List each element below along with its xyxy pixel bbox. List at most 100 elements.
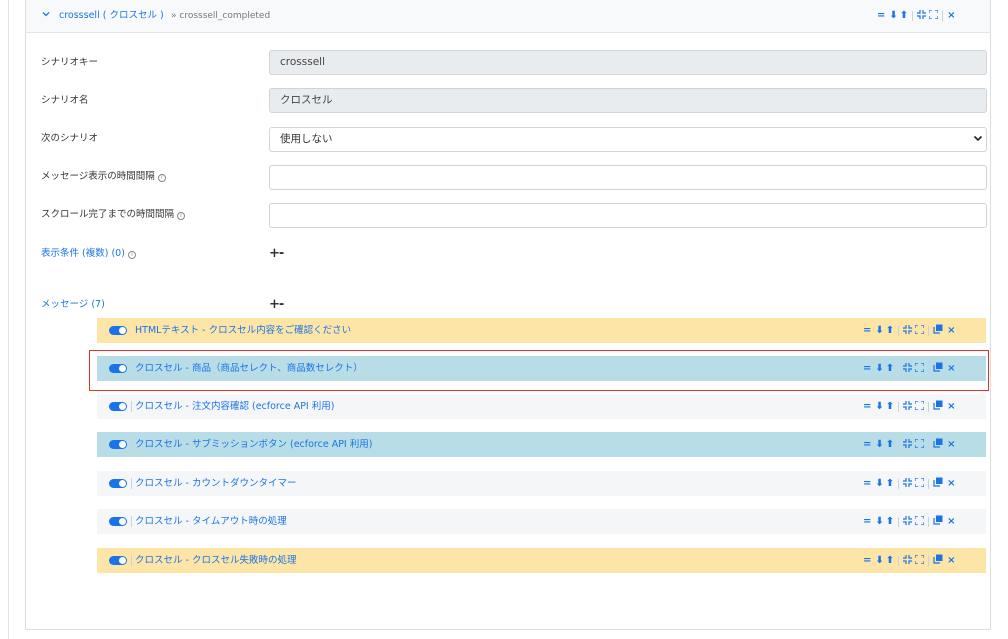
scenario-next-label: » crosssell_completed — [171, 11, 271, 21]
close-icon[interactable]: × — [947, 10, 955, 22]
messages-label[interactable]: メッセージ (7) — [41, 299, 105, 311]
copy-icon[interactable] — [933, 554, 943, 568]
page-left-border — [8, 0, 9, 639]
message-toggle[interactable] — [109, 517, 127, 526]
move-up-icon[interactable]: ⬆ — [886, 478, 894, 490]
divider — [131, 516, 132, 527]
scenario-name-label: シナリオ名 — [41, 95, 89, 106]
message-row[interactable]: クロスセル - カウントダウンタイマー = ⬇ ⬆ × — [97, 471, 986, 496]
expand-icon[interactable] — [914, 323, 925, 338]
chevron-down-icon[interactable] — [42, 10, 52, 22]
message-controls: = ⬇ ⬆ × — [863, 437, 956, 452]
message-label[interactable]: クロスセル - カウントダウンタイマー — [135, 478, 296, 490]
message-interval-input[interactable] — [269, 165, 987, 190]
chevron-down-icon — [973, 135, 983, 142]
sort-icon[interactable]: = — [863, 478, 871, 490]
info-icon[interactable]: i — [177, 212, 186, 220]
info-icon[interactable]: i — [157, 174, 166, 182]
close-icon[interactable]: × — [947, 478, 955, 490]
collapse-icon[interactable] — [903, 554, 913, 568]
sort-icon[interactable]: = — [863, 555, 871, 567]
collapse-icon[interactable] — [917, 9, 927, 23]
move-down-icon[interactable]: ⬇ — [875, 401, 883, 413]
expand-icon[interactable] — [914, 514, 925, 529]
sort-icon[interactable]: = — [863, 516, 871, 528]
collapse-icon[interactable] — [903, 477, 913, 491]
divider — [131, 555, 132, 566]
message-row[interactable]: クロスセル - 注文内容確認 (ecforce API 利用) = ⬇ ⬆ × — [97, 394, 986, 419]
next-scenario-select[interactable]: 使用しない — [269, 127, 987, 152]
collapse-icon[interactable] — [903, 515, 913, 529]
selection-highlight — [89, 350, 989, 391]
expand-icon[interactable] — [914, 399, 925, 414]
conditions-add-remove[interactable]: +- — [269, 247, 284, 260]
copy-icon[interactable] — [933, 515, 943, 529]
message-label[interactable]: クロスセル - 注文内容確認 (ecforce API 利用) — [135, 401, 334, 413]
display-conditions-label[interactable]: 表示条件 (複数) (0) i — [41, 248, 136, 260]
close-icon[interactable]: × — [947, 401, 955, 413]
scenario-name-field: クロスセル — [269, 88, 987, 113]
divider — [131, 478, 132, 489]
message-toggle[interactable] — [109, 440, 127, 449]
move-down-icon[interactable]: ⬇ — [875, 325, 883, 337]
scenario-header[interactable]: crosssell ( クロスセル ) » crosssell_complete… — [26, 0, 990, 33]
close-icon[interactable]: × — [947, 439, 955, 451]
move-up-icon[interactable]: ⬆ — [886, 401, 894, 413]
sort-icon[interactable]: = — [877, 10, 885, 22]
message-toggle[interactable] — [109, 479, 127, 488]
collapse-icon[interactable] — [903, 400, 913, 414]
copy-icon[interactable] — [933, 477, 943, 491]
message-row[interactable]: クロスセル - サブミッションボタン (ecforce API 利用) = ⬇ … — [97, 432, 986, 457]
collapse-icon[interactable] — [903, 438, 913, 452]
copy-icon[interactable] — [933, 438, 943, 452]
expand-icon[interactable] — [928, 8, 939, 23]
message-controls: = ⬇ ⬆ × — [863, 323, 956, 338]
expand-icon[interactable] — [914, 553, 925, 568]
move-up-icon[interactable]: ⬆ — [886, 516, 894, 528]
move-down-icon[interactable]: ⬇ — [889, 10, 897, 22]
move-up-icon[interactable]: ⬆ — [900, 10, 908, 22]
message-row[interactable]: クロスセル - クロスセル失敗時の処理 = ⬇ ⬆ × — [97, 548, 986, 573]
message-toggle[interactable] — [109, 326, 127, 335]
divider — [912, 11, 914, 21]
message-controls: = ⬇ ⬆ × — [863, 553, 956, 568]
expand-icon[interactable] — [914, 437, 925, 452]
next-scenario-label: 次のシナリオ — [41, 133, 99, 144]
message-toggle[interactable] — [109, 556, 127, 565]
messages-add-remove[interactable]: +- — [269, 298, 284, 311]
move-down-icon[interactable]: ⬇ — [875, 555, 883, 567]
scroll-interval-input[interactable] — [269, 203, 987, 228]
scenario-title[interactable]: crosssell ( クロスセル ) — [59, 10, 164, 22]
move-down-icon[interactable]: ⬇ — [875, 478, 883, 490]
message-label[interactable]: クロスセル - クロスセル失敗時の処理 — [135, 555, 296, 567]
sort-icon[interactable]: = — [863, 439, 871, 451]
divider — [131, 439, 132, 450]
header-controls: = ⬇ ⬆ × — [877, 8, 956, 23]
copy-icon[interactable] — [933, 400, 943, 414]
message-interval-label: メッセージ表示の時間間隔 i — [41, 171, 166, 183]
info-icon[interactable]: i — [127, 251, 136, 259]
move-up-icon[interactable]: ⬆ — [886, 555, 894, 567]
move-down-icon[interactable]: ⬇ — [875, 516, 883, 528]
close-icon[interactable]: × — [947, 516, 955, 528]
scroll-interval-label: スクロール完了までの時間間隔 i — [41, 209, 186, 221]
expand-icon[interactable] — [914, 476, 925, 491]
close-icon[interactable]: × — [947, 325, 955, 337]
copy-icon[interactable] — [933, 324, 943, 338]
message-label[interactable]: クロスセル - タイムアウト時の処理 — [135, 516, 287, 528]
message-toggle[interactable] — [109, 402, 127, 411]
message-controls: = ⬇ ⬆ × — [863, 514, 956, 529]
move-up-icon[interactable]: ⬆ — [886, 439, 894, 451]
collapse-icon[interactable] — [903, 324, 913, 338]
move-up-icon[interactable]: ⬆ — [886, 325, 894, 337]
message-row[interactable]: HTMLテキスト - クロスセル内容をご確認ください = ⬇ ⬆ × — [97, 318, 986, 343]
next-scenario-value: 使用しない — [280, 133, 333, 145]
close-icon[interactable]: × — [947, 555, 955, 567]
scenario-key-label: シナリオキー — [41, 57, 99, 68]
move-down-icon[interactable]: ⬇ — [875, 439, 883, 451]
message-label[interactable]: HTMLテキスト - クロスセル内容をご確認ください — [135, 325, 351, 337]
sort-icon[interactable]: = — [863, 325, 871, 337]
message-label[interactable]: クロスセル - サブミッションボタン (ecforce API 利用) — [135, 439, 372, 451]
message-row[interactable]: クロスセル - タイムアウト時の処理 = ⬇ ⬆ × — [97, 509, 986, 534]
sort-icon[interactable]: = — [863, 401, 871, 413]
